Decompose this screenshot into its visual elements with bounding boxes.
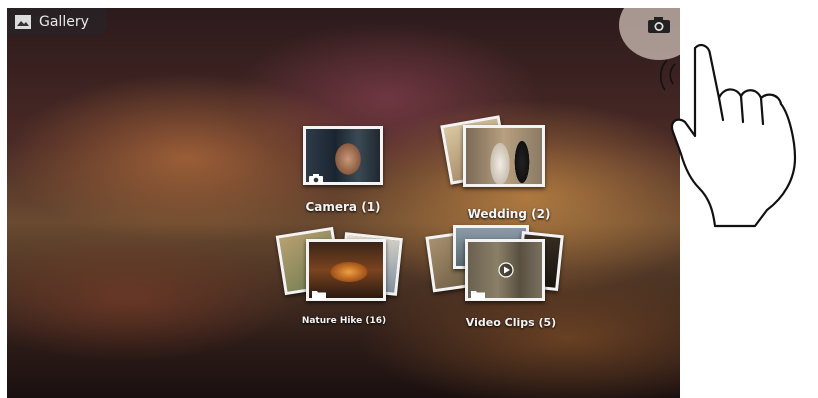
action-bar[interactable]: Gallery	[7, 8, 107, 35]
album-thumbnail	[303, 126, 383, 185]
album-thumbnail	[463, 125, 545, 187]
gallery-icon	[15, 14, 31, 29]
folder-icon	[471, 285, 485, 300]
album-label: Video Clips (5)	[465, 316, 557, 329]
album-thumbnail	[465, 239, 545, 301]
album-thumbnail	[306, 239, 386, 301]
album-label: Nature Hike (16)	[301, 316, 387, 326]
album-camera[interactable]: Camera (1)	[297, 123, 397, 223]
camera-icon	[647, 16, 671, 38]
gallery-screen: Gallery Camera (1) Wedding (2) Nature Hi…	[7, 8, 680, 398]
album-label: Camera (1)	[305, 200, 381, 214]
album-video-clips[interactable]: Video Clips (5)	[425, 223, 567, 333]
play-icon	[498, 262, 514, 282]
app-title: Gallery	[39, 13, 89, 30]
camera-icon	[309, 169, 323, 184]
tap-gesture-hand-illustration	[659, 44, 797, 228]
album-wedding[interactable]: Wedding (2)	[439, 115, 559, 226]
folder-icon	[312, 285, 326, 300]
album-label: Wedding (2)	[467, 207, 551, 221]
album-nature-hike[interactable]: Nature Hike (16)	[272, 223, 412, 333]
